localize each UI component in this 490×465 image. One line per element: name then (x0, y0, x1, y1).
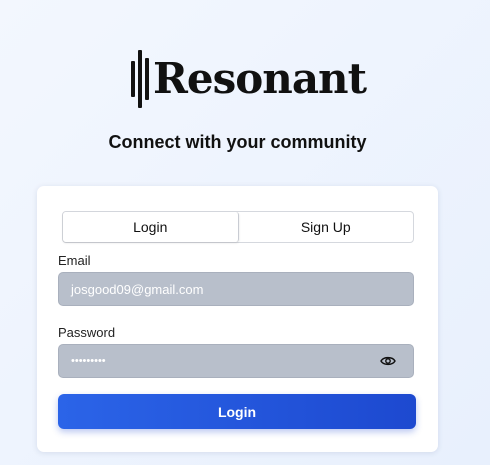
auth-card: Login Sign Up Email josgood09@gmail.com … (37, 186, 438, 452)
email-field[interactable]: josgood09@gmail.com (58, 272, 414, 306)
password-field[interactable]: ••••••••• (58, 344, 414, 378)
auth-tabs: Login Sign Up (62, 211, 414, 243)
tab-login[interactable]: Login (63, 212, 239, 242)
eye-icon[interactable] (380, 354, 396, 368)
tagline: Connect with your community (108, 132, 367, 152)
password-value: ••••••••• (71, 355, 106, 367)
brand-logo: Resonant (131, 50, 367, 108)
brand-name: Resonant (153, 54, 367, 103)
email-label: Email (58, 253, 91, 268)
sound-bars-icon (131, 50, 149, 108)
tab-sign-up[interactable]: Sign Up (239, 212, 414, 242)
email-value: josgood09@gmail.com (71, 281, 204, 297)
password-label: Password (58, 325, 116, 340)
login-button[interactable]: Login (58, 394, 416, 429)
